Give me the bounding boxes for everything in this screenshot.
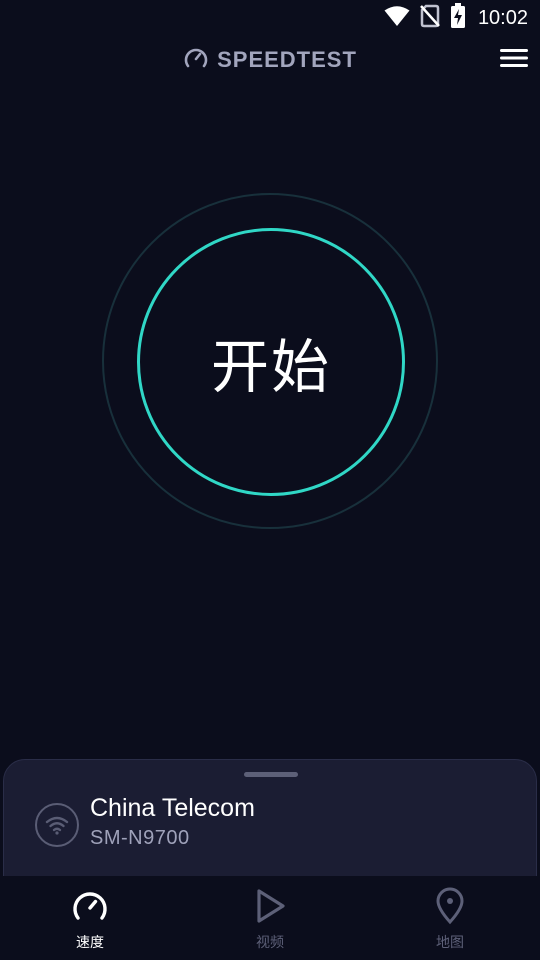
nav-item-video[interactable]: 视频: [180, 876, 360, 960]
brand-name: SPEEDTEST: [217, 47, 357, 72]
speedtest-screen: 10:02 SPEEDTEST 开始 China Telecom SM-N970…: [0, 0, 540, 960]
brand-logo: SPEEDTEST: [0, 40, 540, 80]
map-pin-icon: [430, 886, 470, 926]
no-sim-icon: [420, 4, 440, 32]
nav-item-speed[interactable]: 速度: [0, 876, 180, 960]
nav-label-video: 视频: [256, 935, 284, 951]
device-name: SM-N9700: [90, 827, 190, 849]
bottom-nav: 速度 视频 地图: [0, 876, 540, 960]
status-bar: 10:02: [0, 0, 540, 36]
status-icons: 10:02: [384, 3, 528, 33]
wifi-icon: [35, 803, 79, 847]
provider-name: China Telecom: [90, 794, 255, 822]
play-icon: [250, 886, 290, 926]
speedometer-icon: [183, 46, 209, 74]
start-button[interactable]: 开始: [137, 228, 405, 496]
sheet-drag-handle[interactable]: [244, 772, 298, 777]
nav-label-speed: 速度: [76, 935, 104, 951]
nav-label-map: 地图: [436, 935, 464, 951]
speedometer-icon: [70, 886, 110, 926]
battery-charging-icon: [450, 3, 466, 33]
start-gauge: 开始: [102, 193, 438, 529]
menu-button[interactable]: [498, 44, 530, 76]
nav-item-map[interactable]: 地图: [360, 876, 540, 960]
app-header: SPEEDTEST: [0, 40, 540, 80]
start-label: 开始: [210, 333, 331, 401]
hamburger-menu-icon: [500, 48, 528, 72]
wifi-signal-icon: [384, 5, 410, 31]
status-time: 10:02: [477, 6, 528, 29]
